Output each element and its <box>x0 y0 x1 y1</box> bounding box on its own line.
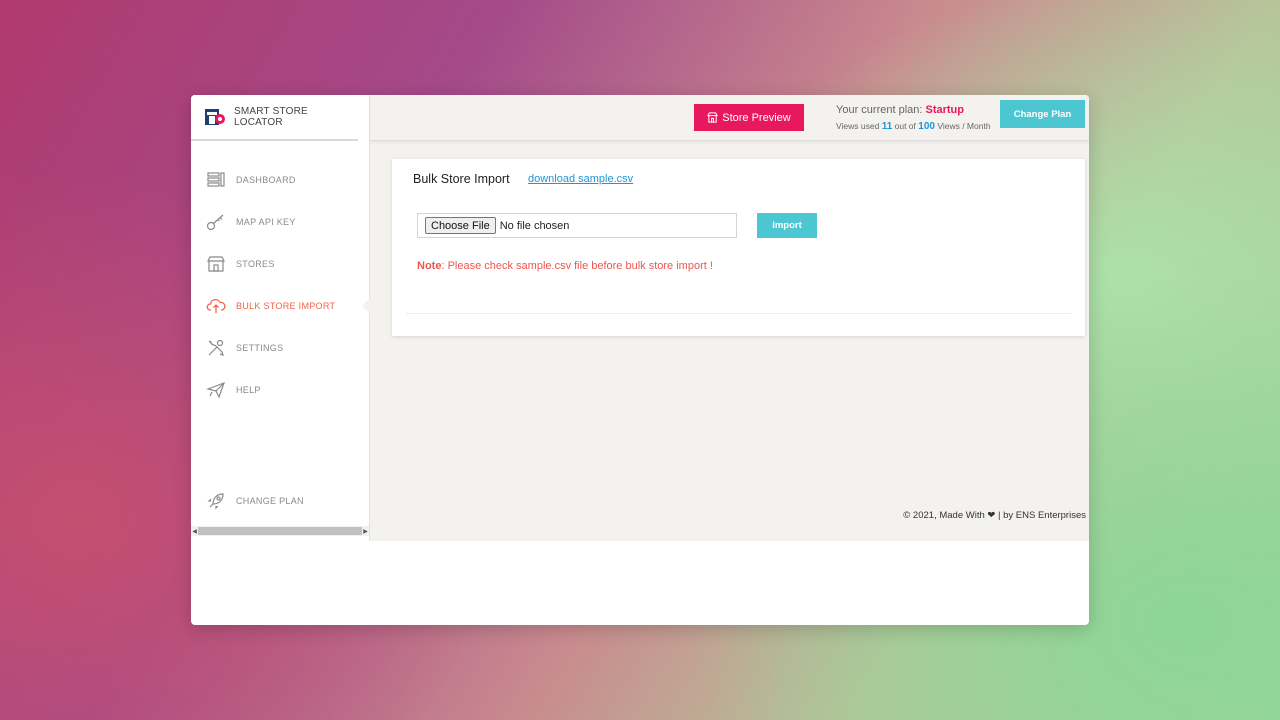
sidebar-item-label: HELP <box>236 385 261 395</box>
current-plan-text: Your current plan: Startup <box>836 104 991 116</box>
note-text: : Please check sample.csv file before bu… <box>441 260 713 272</box>
plan-info: Your current plan: Startup Views used 11… <box>836 104 991 132</box>
views-mid: out of <box>892 121 919 131</box>
paper-plane-icon <box>206 380 226 400</box>
sidebar-scrollbar[interactable]: ◀ ▶ <box>191 526 369 536</box>
dashboard-icon <box>206 170 226 190</box>
views-prefix: Views used <box>836 121 882 131</box>
sidebar-item-label: SETTINGS <box>236 343 284 353</box>
brand-name: SMART STORE LOCATOR <box>234 106 308 128</box>
sidebar-item-label: MAP API KEY <box>236 217 296 227</box>
divider <box>406 313 1071 314</box>
choose-file-button[interactable]: Choose File <box>425 217 496 234</box>
rocket-icon <box>206 491 226 511</box>
store-icon <box>206 254 226 274</box>
sidebar-item-settings[interactable]: SETTINGS <box>191 327 369 369</box>
views-suffix: Views / Month <box>934 121 991 131</box>
views-used: 11 <box>881 121 893 132</box>
app-window: SMART STORE LOCATOR DASHBOARD MAP API KE… <box>191 95 1089 625</box>
scrollbar-thumb[interactable] <box>198 527 362 535</box>
store-icon <box>707 112 719 123</box>
sidebar-item-map-api-key[interactable]: MAP API KEY <box>191 201 369 243</box>
sidebar-item-label: STORES <box>236 259 275 269</box>
plan-prefix: Your current plan: <box>836 104 926 116</box>
sidebar-item-label: CHANGE PLAN <box>236 496 304 506</box>
plan-name: Startup <box>925 104 964 116</box>
brand[interactable]: SMART STORE LOCATOR <box>191 95 358 141</box>
page-title: Bulk Store Import <box>413 172 510 186</box>
import-note: Note: Please check sample.csv file befor… <box>417 260 713 272</box>
tools-icon <box>206 338 226 358</box>
sidebar-item-bulk-store-import[interactable]: BULK STORE IMPORT <box>191 285 370 327</box>
store-preview-label: Store Preview <box>722 111 791 124</box>
import-button[interactable]: Import <box>757 213 817 238</box>
sidebar-bottom: CHANGE PLAN <box>191 480 369 522</box>
note-label: Note <box>417 260 442 272</box>
sidebar-item-stores[interactable]: STORES <box>191 243 369 285</box>
change-plan-button[interactable]: Change Plan <box>1000 100 1085 128</box>
store-pin-logo <box>203 105 227 129</box>
views-usage-text: Views used 11 out of 100 Views / Month <box>836 121 991 132</box>
file-status: No file chosen <box>499 219 570 232</box>
sidebar-item-label: DASHBOARD <box>236 175 296 185</box>
scroll-right-icon[interactable]: ▶ <box>362 528 369 535</box>
key-icon <box>206 212 226 232</box>
sidebar-item-help[interactable]: HELP <box>191 369 369 411</box>
sidebar: SMART STORE LOCATOR DASHBOARD MAP API KE… <box>191 95 370 541</box>
topbar: Store Preview Your current plan: Startup… <box>370 95 1089 141</box>
cloud-upload-icon <box>206 296 226 316</box>
sidebar-item-label: BULK STORE IMPORT <box>236 301 336 311</box>
sidebar-nav: DASHBOARD MAP API KEY STORES BULK STORE … <box>191 159 370 411</box>
views-total: 100 <box>918 121 935 132</box>
store-preview-button[interactable]: Store Preview <box>694 104 804 131</box>
scroll-left-icon[interactable]: ◀ <box>191 528 198 535</box>
sidebar-item-dashboard[interactable]: DASHBOARD <box>191 159 369 201</box>
file-input[interactable]: Choose File No file chosen <box>417 213 737 238</box>
main-content: Store Preview Your current plan: Startup… <box>370 95 1089 541</box>
footer-credit: © 2021, Made With ❤ | by ENS Enterprises <box>903 510 1086 521</box>
download-sample-link[interactable]: download sample.csv <box>528 173 633 185</box>
bulk-import-card: Bulk Store Import download sample.csv Ch… <box>392 159 1085 336</box>
sidebar-item-change-plan[interactable]: CHANGE PLAN <box>191 480 369 522</box>
